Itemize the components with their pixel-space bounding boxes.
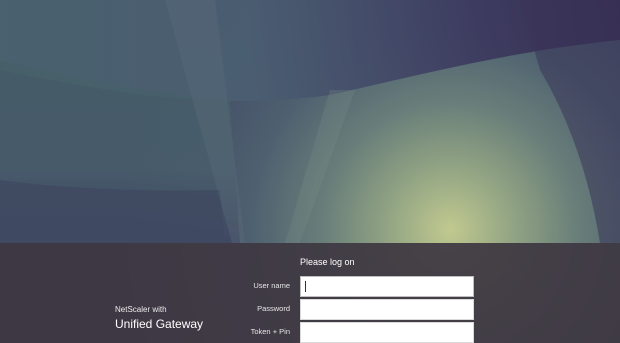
username-label: User name <box>253 281 290 290</box>
login-page: NetScaler with Unified Gateway Please lo… <box>0 0 620 343</box>
text-caret <box>305 281 306 292</box>
form-title: Please log on <box>300 257 355 267</box>
token-pin-input[interactable] <box>300 322 474 343</box>
token-pin-label: Token + Pin <box>250 327 290 336</box>
username-input[interactable] <box>300 276 474 297</box>
password-input[interactable] <box>300 299 474 320</box>
password-label: Password <box>257 304 290 313</box>
